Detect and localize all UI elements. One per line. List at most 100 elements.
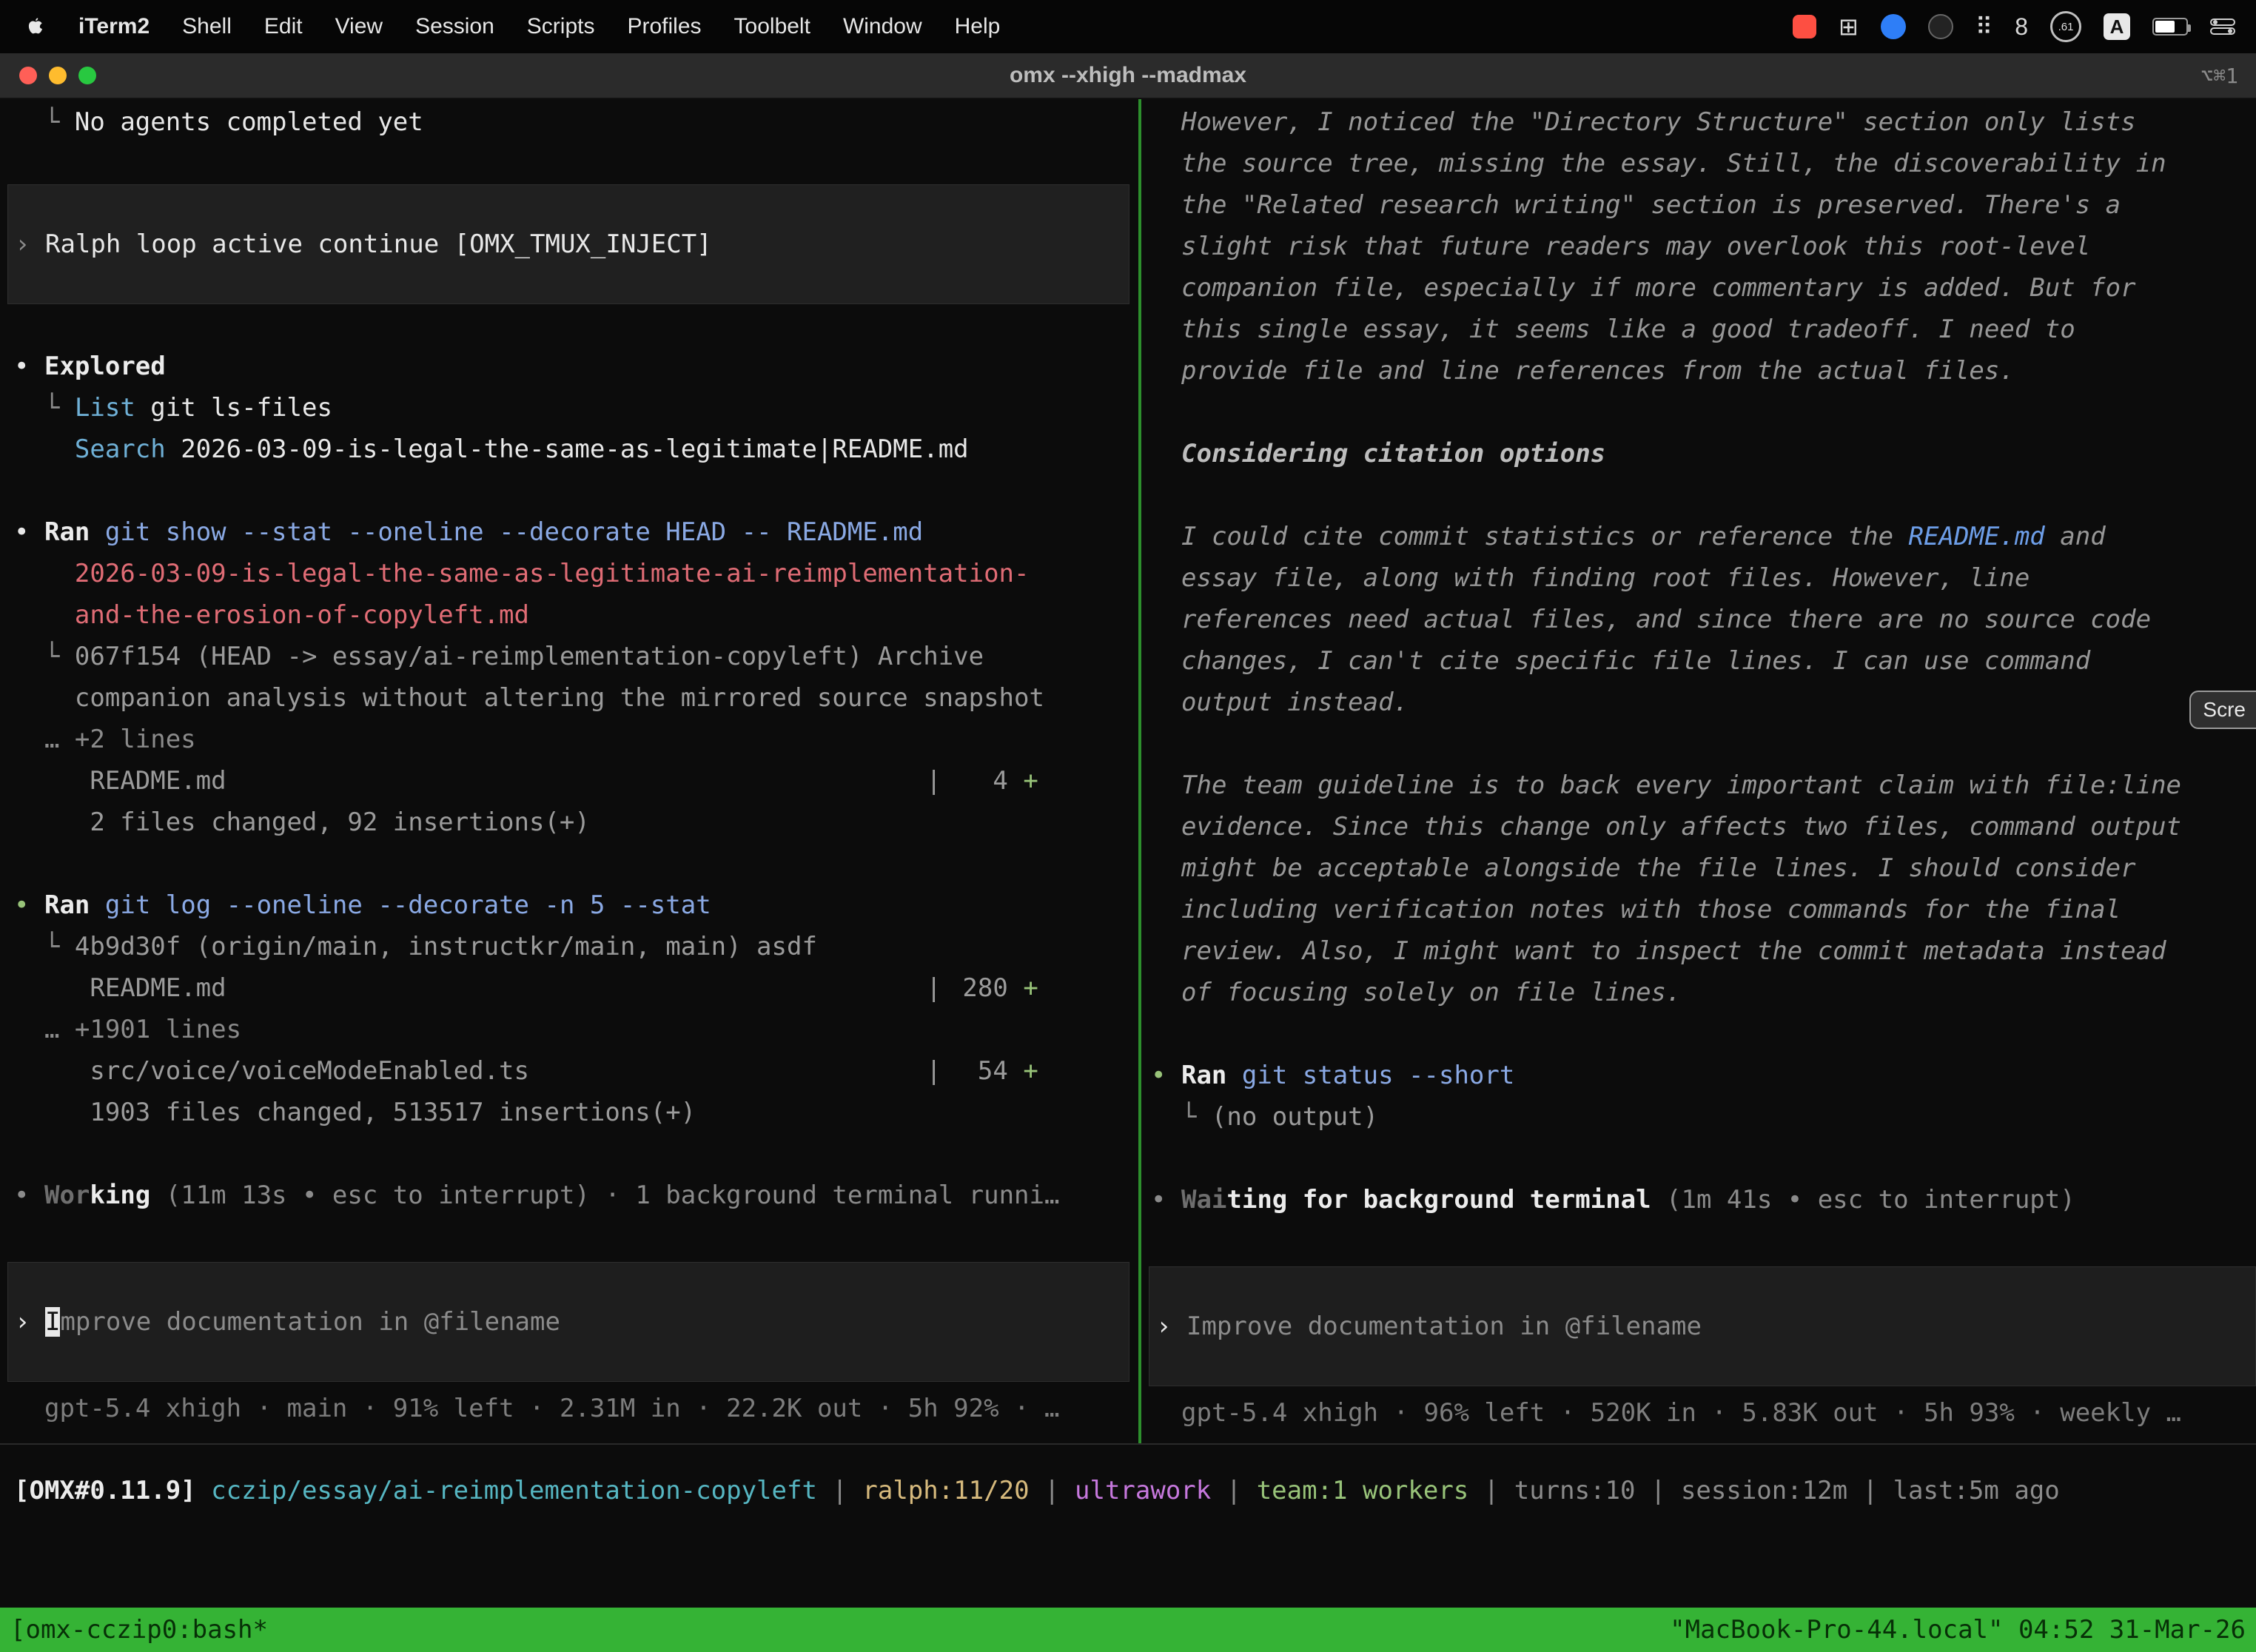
search-arg: 2026-03-09-is-legal-the-same-as-legitima…	[181, 434, 968, 464]
menu-bar-status-icons: ⊞ ⠿ 8 .61 A	[1793, 11, 2235, 42]
right-terminal-pane[interactable]: However, I noticed the "Directory Struct…	[1141, 99, 2256, 1443]
thinking-heading: Considering citation options	[1151, 433, 2256, 474]
git-show-header-line: • Ran git show --stat --oneline --decora…	[14, 511, 1138, 553]
readme-link[interactable]: README.md	[1909, 522, 2045, 551]
git-show-filename-line: and-the-erosion-of-copyleft.md	[14, 594, 1138, 636]
ralph-counter: ralph:11/20	[862, 1476, 1029, 1505]
git-log-command: git log --oneline --decorate -n 5 --stat	[105, 890, 711, 920]
list-verb: List	[75, 393, 135, 423]
working-shimmer-dim: Wor	[44, 1181, 90, 1210]
battery-nub	[2188, 24, 2191, 32]
gauge-value: .61	[2058, 21, 2074, 33]
prompt-input-text: mprove documentation in @filename	[60, 1307, 560, 1337]
menu-item-session[interactable]: Session	[399, 14, 511, 39]
para2-pre: I could cite commit statistics or refere…	[1181, 522, 1909, 551]
git-status-output-line: └ (no output)	[1151, 1096, 2256, 1138]
desktop: iTerm2 Shell Edit View Session Scripts P…	[0, 0, 2256, 1652]
thinking-paragraph-2-line1: I could cite commit statistics or refere…	[1151, 516, 2256, 557]
battery-icon[interactable]	[2152, 18, 2188, 36]
git-show-commit-line: └ 067f154 (HEAD -> essay/ai-reimplementa…	[14, 636, 1138, 677]
tree-branch-icon: └	[44, 393, 59, 423]
menu-item-help[interactable]: Help	[939, 14, 1017, 39]
git-log-commit-line: └ 4b9d30f (origin/main, instructkr/main,…	[14, 926, 1138, 967]
team-workers: team:1 workers	[1257, 1476, 1469, 1505]
commit-message: 067f154 (HEAD -> essay/ai-reimplementati…	[75, 642, 984, 671]
stat-filename: README.md	[90, 760, 926, 802]
stat-pipe: |	[926, 973, 941, 1003]
prompt-input-text: Improve documentation in @filename	[1186, 1312, 1702, 1341]
explored-search-line: Search 2026-03-09-is-legal-the-same-as-l…	[14, 429, 1138, 470]
bullet-icon: •	[1151, 1185, 1166, 1215]
omx-status-bar: [OMX#0.11.9] cczip/essay/ai-reimplementa…	[0, 1470, 2256, 1511]
essay-filename-part2: and-the-erosion-of-copyleft.md	[75, 600, 529, 630]
tmux-session-name[interactable]: [omx-cczip0:bash*	[10, 1615, 268, 1645]
menu-item-profiles[interactable]: Profiles	[611, 14, 717, 39]
ran-label: Ran	[1181, 1061, 1226, 1090]
apple-menu[interactable]	[21, 16, 62, 37]
waiting-shimmer-bright: ting for background terminal	[1226, 1185, 1651, 1215]
input-source-letter: A	[2110, 16, 2124, 38]
truncation-indicator: … +1901 lines	[44, 1015, 241, 1044]
git-log-summary-line: 1903 files changed, 513517 insertions(+)	[14, 1092, 1138, 1133]
list-arg: git ls-files	[150, 393, 332, 423]
ran-label: Ran	[44, 517, 90, 547]
input-source-icon[interactable]: A	[2104, 13, 2130, 40]
left-terminal-pane[interactable]: └ No agents completed yet › Ralph loop a…	[0, 99, 1138, 1443]
omx-mode: ultrawork	[1075, 1476, 1211, 1505]
git-show-commit-line2: companion analysis without altering the …	[14, 677, 1138, 719]
text-cursor: I	[45, 1307, 60, 1337]
prompt-input-box[interactable]: › Improve documentation in @filename	[1149, 1266, 2256, 1386]
prompt-icon: ›	[1156, 1312, 1171, 1341]
agents-note-text: No agents completed yet	[75, 107, 423, 137]
git-status-command: git status --short	[1242, 1061, 1514, 1090]
explored-header-line: • Explored	[14, 346, 1138, 387]
tree-branch-icon: └	[1181, 1102, 1196, 1132]
bullet-icon: •	[1151, 1061, 1166, 1090]
prompt-icon: ›	[15, 229, 30, 259]
menu-item-view[interactable]: View	[319, 14, 399, 39]
git-show-summary-line: 2 files changed, 92 insertions(+)	[14, 802, 1138, 843]
menu-item-window[interactable]: Window	[827, 14, 939, 39]
bullet-icon: •	[14, 1181, 29, 1210]
menu-item-edit[interactable]: Edit	[248, 14, 319, 39]
window-title: omx --xhigh --madmax	[0, 63, 2256, 88]
app-grid-dots-icon[interactable]: ⠿	[1975, 13, 1993, 41]
stat-filename: src/voice/voiceModeEnabled.ts	[90, 1050, 926, 1092]
blue-app-icon[interactable]	[1881, 14, 1906, 39]
widget-8-icon[interactable]: 8	[2015, 13, 2028, 41]
stat-pipe: |	[926, 766, 941, 796]
separator: |	[1226, 1476, 1241, 1505]
prompt-input-box[interactable]: › Improve documentation in @filename	[7, 1262, 1129, 1382]
git-log-stat-line: src/voice/voiceModeEnabled.ts|54 +	[14, 1050, 1138, 1092]
control-center-icon[interactable]	[2210, 18, 2235, 36]
separator: |	[1863, 1476, 1878, 1505]
window-title-bar[interactable]: omx --xhigh --madmax ⌥⌘1	[0, 53, 2256, 99]
bullet-icon: •	[14, 352, 29, 381]
prompt-input-line: › Improve documentation in @filename	[1156, 1306, 2255, 1347]
ralph-loop-text: Ralph loop active continue [OMX_TMUX_INJ…	[45, 229, 712, 259]
dark-app-icon[interactable]	[1928, 14, 1953, 39]
menu-item-iterm2[interactable]: iTerm2	[62, 14, 166, 39]
menu-item-shell[interactable]: Shell	[166, 14, 248, 39]
ran-label: Ran	[44, 890, 90, 920]
bullet-icon: •	[14, 517, 29, 547]
stat-plus: +	[1023, 973, 1038, 1003]
waiting-details: (1m 41s • esc to interrupt)	[1651, 1185, 2075, 1215]
screen-share-notification[interactable]: Scre	[2189, 691, 2256, 729]
thinking-paragraph-3: The team guideline is to back every impo…	[1151, 765, 2256, 1013]
screen-recording-stop-icon[interactable]	[1793, 15, 1816, 38]
omx-version: [OMX#0.11.9]	[14, 1476, 196, 1505]
grid-app-icon[interactable]: ⊞	[1839, 13, 1859, 41]
window-shortcut-badge: ⌥⌘1	[2200, 64, 2256, 88]
ralph-loop-banner: › Ralph loop active continue [OMX_TMUX_I…	[7, 184, 1129, 304]
turns-counter: turns:10	[1514, 1476, 1636, 1505]
menu-item-scripts[interactable]: Scripts	[511, 14, 611, 39]
session-duration: session:12m	[1681, 1476, 1847, 1505]
explored-title: Explored	[44, 352, 166, 381]
stat-summary: 1903 files changed, 513517 insertions(+)	[90, 1098, 696, 1127]
stat-pipe: |	[926, 1056, 941, 1086]
gauge-icon[interactable]: .61	[2050, 11, 2081, 42]
last-activity: last:5m ago	[1893, 1476, 2060, 1505]
menu-item-toolbelt[interactable]: Toolbelt	[718, 14, 827, 39]
stat-plus: +	[1023, 1056, 1038, 1086]
